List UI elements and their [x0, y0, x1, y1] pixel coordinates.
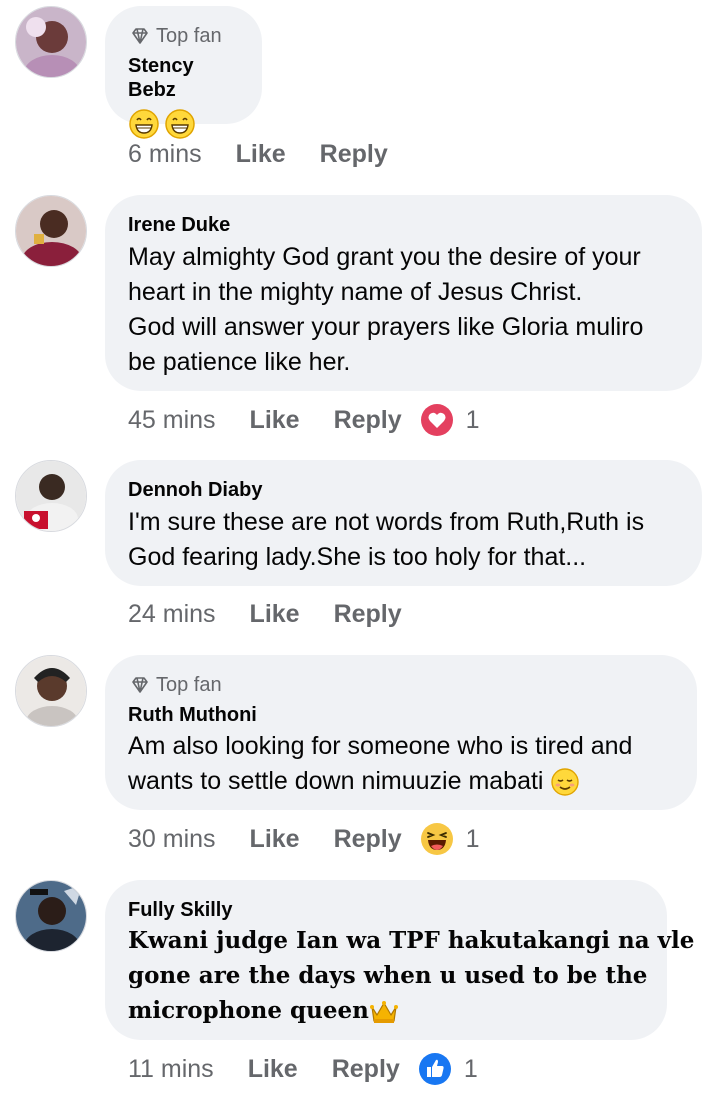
timestamp[interactable]: 45 mins — [128, 406, 216, 435]
avatar[interactable] — [15, 6, 87, 78]
reaction-count: 1 — [463, 1054, 478, 1083]
reaction-summary[interactable]: 1 — [420, 822, 480, 856]
comment-line-text: microphone queen — [128, 997, 369, 1024]
reply-button[interactable]: Reply — [334, 825, 402, 854]
comment-line-text: wants to settle down nimuuzie mabati — [128, 767, 544, 795]
comment-line: heart in the mighty name of Jesus Christ… — [128, 278, 583, 306]
comment-text: Am also looking for someone who is tired… — [128, 729, 673, 799]
like-button[interactable]: Like — [250, 406, 300, 435]
love-icon — [420, 404, 453, 436]
comment-actions: 30 mins Like Reply 1 — [128, 822, 480, 856]
badge-label: Top fan — [156, 673, 222, 696]
comment-line: gone are the days when u used to be the — [128, 962, 648, 989]
haha-icon — [420, 823, 453, 855]
badge-label: Top fan — [156, 24, 222, 47]
comment-actions: 24 mins Like Reply — [128, 597, 402, 631]
like-button[interactable]: Like — [250, 600, 300, 629]
comment-line: May almighty God grant you the desire of… — [128, 243, 641, 271]
reaction-count: 1 — [465, 824, 480, 853]
comment-bubble: Irene Duke May almighty God grant you th… — [105, 195, 702, 391]
like-button[interactable]: Like — [250, 825, 300, 854]
avatar[interactable] — [15, 880, 87, 952]
like-icon — [418, 1053, 451, 1085]
author-name[interactable]: Ruth Muthoni — [128, 703, 673, 727]
crown-emoji — [369, 1001, 398, 1023]
reply-button[interactable]: Reply — [332, 1055, 400, 1084]
comment-text: Kwani judge Ian wa TPF hakutakangi na vl… — [128, 923, 695, 1028]
grin-emoji — [165, 109, 195, 139]
like-button[interactable]: Like — [248, 1055, 298, 1084]
comment-line: I'm sure these are not words from Ruth,R… — [128, 508, 645, 536]
avatar[interactable] — [15, 460, 87, 532]
comment-line: Am also looking for someone who is tired… — [128, 732, 633, 760]
top-fan-badge: Top fan — [128, 24, 238, 48]
comment-bubble: Dennoh Diaby I'm sure these are not word… — [105, 460, 702, 586]
reaction-summary[interactable]: 1 — [420, 403, 480, 437]
comment-bubble: Fully Skilly Kwani judge Ian wa TPF haku… — [105, 880, 695, 1040]
author-name[interactable]: Fully Skilly — [128, 898, 643, 922]
comment-text: I'm sure these are not words from Ruth,R… — [128, 505, 678, 575]
comment-text: May almighty God grant you the desire of… — [128, 240, 678, 380]
diamond-icon — [132, 28, 148, 44]
relieved-emoji — [551, 768, 580, 797]
comment-line: Kwani judge Ian wa TPF hakutakangi na vl… — [128, 927, 695, 954]
comment-actions: 45 mins Like Reply 1 — [128, 403, 480, 437]
comment-line: microphone queen — [128, 993, 643, 1028]
comment-line: God will answer your prayers like Gloria… — [128, 313, 644, 341]
timestamp[interactable]: 24 mins — [128, 600, 216, 629]
timestamp[interactable]: 6 mins — [128, 140, 202, 169]
comment-bubble: Top fan Stency Bebz — [105, 6, 262, 139]
reaction-count: 1 — [465, 405, 480, 434]
comment-line: wants to settle down nimuuzie mabati — [128, 764, 673, 799]
reply-button[interactable]: Reply — [334, 406, 402, 435]
author-name[interactable]: Dennoh Diaby — [128, 478, 678, 502]
comment-line: God fearing lady.She is too holy for tha… — [128, 543, 587, 571]
top-fan-badge: Top fan — [128, 673, 673, 697]
author-name[interactable]: Irene Duke — [128, 213, 678, 237]
avatar[interactable] — [15, 655, 87, 727]
emoji-row — [128, 108, 238, 140]
grin-emoji — [129, 109, 159, 139]
reply-button[interactable]: Reply — [334, 600, 402, 629]
author-name[interactable]: Stency Bebz — [128, 54, 238, 102]
comment-actions: 6 mins Like Reply — [128, 137, 388, 171]
timestamp[interactable]: 11 mins — [128, 1055, 214, 1084]
comment-bubble: Top fan Ruth Muthoni Am also looking for… — [105, 655, 697, 810]
comment-actions: 11 mins Like Reply 1 — [128, 1052, 478, 1086]
reply-button[interactable]: Reply — [320, 140, 388, 169]
comment-line: be patience like her. — [128, 348, 351, 376]
reaction-summary[interactable]: 1 — [418, 1052, 478, 1086]
avatar[interactable] — [15, 195, 87, 267]
diamond-icon — [132, 677, 148, 693]
like-button[interactable]: Like — [236, 140, 286, 169]
timestamp[interactable]: 30 mins — [128, 825, 216, 854]
